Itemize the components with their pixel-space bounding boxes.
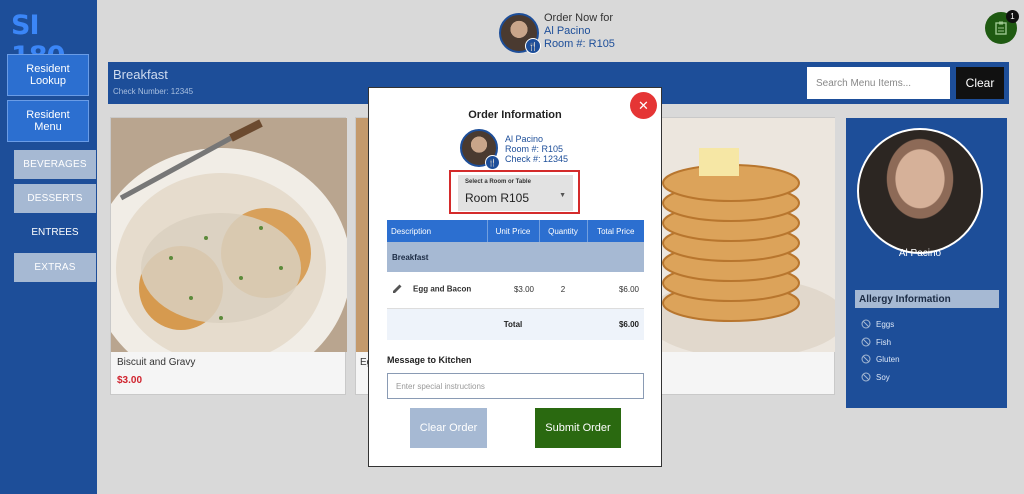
edit-pencil-icon[interactable] — [392, 283, 403, 296]
clear-search-button[interactable]: Clear — [956, 67, 1004, 99]
clear-order-button[interactable]: Clear Order — [410, 408, 487, 448]
card-name: Biscuit and Gravy — [117, 357, 196, 368]
allergen-icon — [861, 372, 871, 382]
allergen-icon — [861, 319, 871, 329]
col-description: Description — [387, 220, 488, 242]
dining-icon: 🍴 — [485, 155, 500, 170]
allergy-item: Gluten — [861, 354, 900, 364]
room-select-highlight: Select a Room or Table Room R105 ▼ — [449, 170, 580, 214]
category-desserts[interactable]: DESSERTS — [14, 184, 96, 213]
col-unit-price: Unit Price — [487, 220, 540, 242]
item-description-cell: Egg and Bacon — [387, 272, 487, 309]
group-label: Breakfast — [387, 242, 644, 272]
order-for-label: Order Now for — [544, 12, 614, 24]
message-to-kitchen-input[interactable] — [387, 373, 644, 399]
room-select[interactable]: Select a Room or Table Room R105 ▼ — [458, 175, 573, 211]
egg-image — [356, 118, 368, 352]
allergy-label: Soy — [876, 372, 890, 382]
order-information-modal: Order Information ✕ 🍴 Al Pacino Room #: … — [368, 87, 662, 467]
resident-menu-button[interactable]: Resident Menu — [7, 100, 89, 142]
category-entrees[interactable]: ENTREES — [14, 218, 96, 247]
table-group-row: Breakfast — [387, 242, 644, 272]
table-total-row: Total $6.00 — [387, 308, 644, 340]
room-select-label: Select a Room or Table — [465, 179, 531, 185]
resident-photo-name: Al Pacino — [898, 248, 942, 259]
resident-lookup-label-2: Lookup — [29, 75, 67, 87]
total-label: Total — [487, 308, 539, 340]
allergy-label: Gluten — [876, 354, 900, 364]
allergy-item: Soy — [861, 372, 890, 382]
modal-check: Check #: 12345 — [505, 154, 569, 164]
table-row: Egg and Bacon $3.00 2 $6.00 — [387, 272, 644, 309]
caret-down-icon: ▼ — [559, 192, 566, 199]
pancakes-image — [661, 118, 835, 352]
biscuit-gravy-image — [111, 118, 347, 352]
item-total-price: $6.00 — [587, 272, 644, 309]
order-table: Description Unit Price Quantity Total Pr… — [387, 220, 644, 340]
resident-menu-label-1: Resident — [26, 109, 70, 121]
item-quantity: 2 — [539, 272, 587, 309]
top-header: 🍴 Order Now for Al Pacino Room #: R105 1 — [97, 0, 1024, 58]
resident-panel: Al Pacino Allergy Information Eggs Fish … — [846, 118, 1007, 408]
item-unit-price: $3.00 — [487, 272, 539, 309]
menu-card-biscuit-gravy[interactable]: Biscuit and Gravy $3.00 — [110, 117, 347, 395]
modal-title: Order Information — [468, 109, 562, 121]
menu-title: Breakfast — [113, 67, 168, 82]
close-icon[interactable]: ✕ — [630, 92, 657, 119]
modal-resident-name: Al Pacino — [505, 134, 544, 144]
allergen-icon — [861, 354, 871, 364]
allergen-icon — [861, 337, 871, 347]
allergy-label: Fish — [876, 337, 892, 347]
category-beverages[interactable]: BEVERAGES — [14, 150, 96, 179]
header-room: Room #: R105 — [544, 38, 615, 50]
header-resident-name: Al Pacino — [544, 25, 591, 37]
search-input[interactable] — [807, 67, 950, 99]
room-select-value: Room R105 — [465, 191, 530, 205]
resident-lookup-label-1: Resident — [26, 63, 70, 75]
header-order-info: Order Now for Al Pacino Room #: R105 — [544, 12, 615, 51]
modal-room: Room #: R105 — [505, 144, 564, 154]
allergy-label: Eggs — [876, 319, 895, 329]
col-quantity: Quantity — [539, 220, 588, 242]
card-price: $3.00 — [117, 375, 143, 386]
allergy-item: Eggs — [861, 319, 894, 329]
modal-resident-info: Al Pacino Room #: R105 Check #: 12345 — [505, 134, 568, 164]
notification-count-badge: 1 — [1006, 10, 1019, 23]
category-extras[interactable]: EXTRAS — [14, 253, 96, 282]
menu-card-pancakes[interactable] — [661, 117, 835, 395]
total-value: $6.00 — [587, 308, 644, 340]
item-description: Egg and Bacon — [413, 284, 472, 294]
allergy-title: Allergy Information — [855, 290, 999, 308]
allergy-item: Fish — [861, 337, 891, 347]
resident-lookup-button[interactable]: Resident Lookup — [7, 54, 89, 96]
clipboard-icon — [995, 21, 1007, 35]
resident-photo — [857, 128, 983, 254]
submit-order-button[interactable]: Submit Order — [535, 408, 621, 448]
check-number: Check Number: 12345 — [113, 87, 194, 96]
resident-menu-label-2: Menu — [34, 121, 62, 133]
dining-icon: 🍴 — [525, 38, 541, 54]
message-label: Message to Kitchen — [387, 355, 472, 365]
sidebar: SI 180 ResidentLookup ResidentMenu BEVER… — [0, 0, 97, 494]
menu-card-egg[interactable]: Eg — [355, 117, 369, 395]
col-total-price: Total Price — [587, 220, 644, 242]
